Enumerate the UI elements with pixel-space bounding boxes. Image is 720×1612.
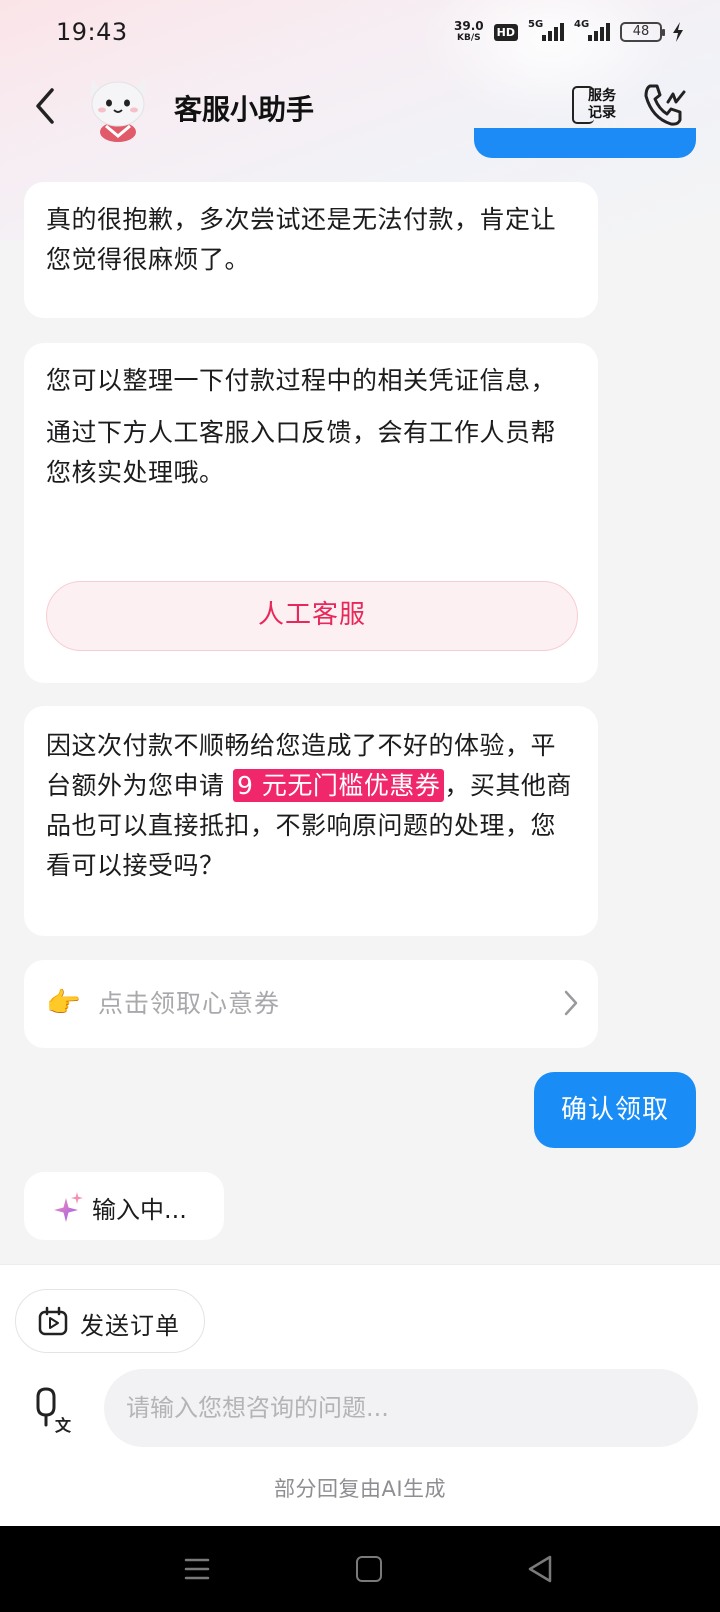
question-input[interactable] <box>126 1369 698 1447</box>
sparkle-icon <box>54 1192 83 1222</box>
back-arrow-icon[interactable] <box>26 84 66 128</box>
nav-home-icon[interactable] <box>356 1556 382 1582</box>
coupon-highlight: 9 元无门槛优惠券 <box>232 769 445 802</box>
nav-back-icon[interactable] <box>526 1554 554 1584</box>
svg-text:文: 文 <box>55 1416 72 1435</box>
input-panel: 发送订单 文 部分回复由AI生成 <box>0 1264 720 1526</box>
bot-message-instructions: 您可以整理一下付款过程中的相关凭证信息， 通过下方人工客服入口反馈，会有工作人员… <box>24 343 598 683</box>
avatar-cat-icon[interactable] <box>84 70 152 142</box>
status-bar: 19:43 39.0 KB/S HD 5G 4G 48 <box>0 0 720 64</box>
phone-icon[interactable] <box>640 80 688 130</box>
send-order-icon <box>38 1306 68 1336</box>
user-message-confirm: 确认领取 <box>534 1072 696 1148</box>
claim-coupon-label: 点击领取心意券 <box>98 989 281 1018</box>
question-input-field[interactable] <box>104 1369 698 1447</box>
claim-coupon-card[interactable]: 👉 点击领取心意券 <box>24 960 598 1048</box>
send-order-button[interactable]: 发送订单 <box>15 1289 205 1353</box>
system-nav-bar <box>0 1526 720 1612</box>
charging-icon <box>673 22 683 42</box>
chevron-right-icon <box>564 990 578 1016</box>
human-service-button[interactable]: 人工客服 <box>46 581 578 651</box>
pointing-hand-icon: 👉 <box>46 986 81 1019</box>
ai-disclaimer: 部分回复由AI生成 <box>273 1477 447 1501</box>
signal-5g-icon: 5G <box>528 19 564 41</box>
status-icons: 39.0 KB/S HD 5G 4G 48 <box>454 18 684 46</box>
bot-message-coupon-offer: 因这次付款不顺畅给您造成了不好的体验，平台额外为您申请 9 元无门槛优惠券 ，买其… <box>24 706 598 936</box>
voice-translate-icon[interactable]: 文 <box>28 1385 76 1435</box>
page-title: 客服小助手 <box>174 93 315 126</box>
bot-message-apology: 真的很抱歉，多次尝试还是无法付款，肯定让您觉得很麻烦了。 <box>24 182 598 318</box>
network-speed: 39.0 KB/S <box>454 19 484 43</box>
signal-4g-icon: 4G <box>574 19 610 41</box>
previous-sent-bubble <box>474 128 696 158</box>
service-records-button[interactable]: 服务 记录 <box>572 82 624 130</box>
nav-menu-icon[interactable] <box>184 1556 210 1582</box>
battery-icon: 48 <box>620 22 665 42</box>
status-time: 19:43 <box>56 18 128 46</box>
typing-indicator: 输入中... <box>24 1172 224 1240</box>
hd-icon: HD <box>493 23 518 41</box>
